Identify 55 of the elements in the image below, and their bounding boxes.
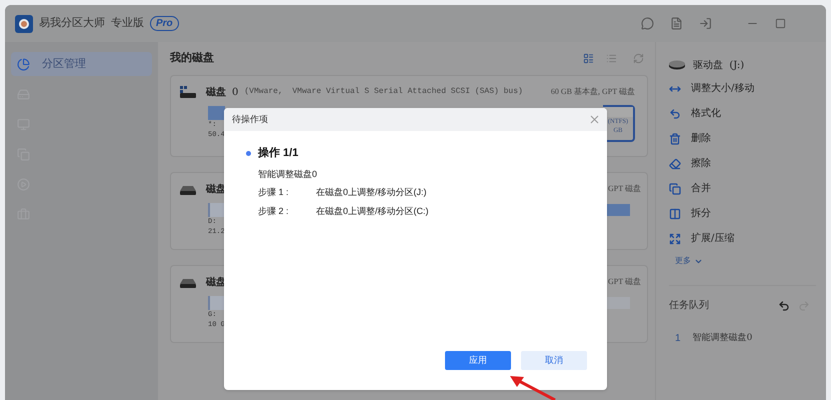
close-icon[interactable] [590, 115, 599, 124]
action-icon [669, 108, 681, 120]
annotation-arrow [507, 373, 557, 400]
sidebar-icon [17, 58, 30, 70]
cancel-button[interactable]: 取消 [521, 351, 587, 370]
apply-button[interactable]: 应用 [445, 351, 511, 370]
detail-view-icon[interactable] [583, 52, 594, 64]
list-view-icon[interactable] [606, 52, 617, 64]
disk-stack-icon [180, 86, 196, 98]
disk-summary: GPT 磁盘 [608, 183, 641, 195]
maximize-icon[interactable] [775, 18, 786, 29]
edition-label: 专业版 [111, 15, 144, 32]
step-text: 在磁盘0上调整/移动分区(C:) [316, 204, 428, 218]
app-logo-icon [15, 14, 33, 32]
dialog-title: 待操作项 [232, 112, 268, 126]
step-label: 步骤 1 : [258, 186, 290, 199]
chat-icon[interactable] [641, 17, 654, 30]
action-item[interactable]: 合并 [669, 176, 816, 201]
partition-bar[interactable] [208, 296, 225, 310]
task-queue-title: 任务队列 [669, 299, 709, 313]
refresh-icon[interactable] [633, 52, 644, 64]
partition-bar[interactable] [208, 106, 225, 120]
pro-badge: Pro [150, 16, 179, 31]
action-item[interactable]: 擦除 [669, 151, 816, 176]
action-icon [669, 232, 681, 244]
notes-icon[interactable] [670, 17, 683, 30]
task-label: 智能调整磁盘0 [692, 332, 752, 345]
action-icon [669, 182, 681, 194]
task-index: 1 [675, 332, 681, 346]
disk-number: 0 [232, 86, 238, 100]
disk-name: 磁盘 [206, 86, 226, 100]
hard-disk-icon [180, 183, 196, 195]
action-item[interactable]: 调整大小/移动 [669, 76, 816, 101]
action-icon [669, 132, 681, 144]
disk-description: (VMware, VMware Virtual S Serial Attached SCSI (SAS) bus) [244, 86, 523, 98]
step-label: 步骤 2 : [258, 204, 290, 218]
login-icon[interactable] [699, 17, 712, 30]
drive-icon [669, 60, 685, 70]
operation-task: 智能调整磁盘0 [258, 168, 318, 180]
action-item[interactable]: 格式化 [669, 101, 816, 126]
step-text: 在磁盘0上调整/移动分区(J:) [316, 186, 427, 199]
disk-summary: 60 GB 基本盘, GPT 磁盘 [550, 86, 635, 98]
action-item[interactable]: 拆分 [669, 201, 816, 226]
hard-disk-icon [180, 276, 196, 288]
action-item[interactable]: 删除 [669, 126, 816, 151]
drive-label: 驱动盘 (J:) [693, 58, 744, 72]
partition-bar[interactable] [208, 203, 225, 217]
more-link[interactable]: 更多 [675, 251, 816, 271]
action-icon [669, 158, 681, 170]
disk-summary: GPT 磁盘 [608, 276, 641, 288]
undo-icon[interactable] [778, 300, 790, 312]
app-title: 易我分区大师 [39, 15, 105, 32]
action-icon [669, 208, 681, 220]
section-title: 我的磁盘 [170, 50, 214, 66]
action-item[interactable]: 扩展/压缩 [669, 226, 816, 251]
